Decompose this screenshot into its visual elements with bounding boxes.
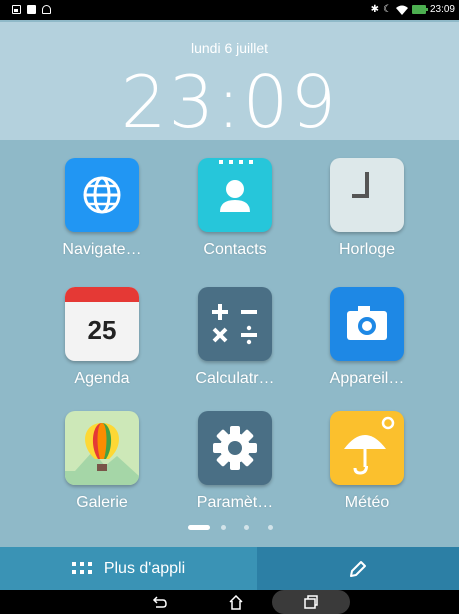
- app-navigateur[interactable]: Navigate…: [42, 158, 162, 259]
- edit-home-button[interactable]: [257, 547, 459, 590]
- clock-icon: [330, 158, 404, 232]
- home-icon: [229, 594, 243, 610]
- recent-apps-button[interactable]: [272, 590, 350, 614]
- app-label: Contacts: [203, 241, 267, 258]
- page-dot[interactable]: [221, 525, 226, 530]
- app-meteo[interactable]: Météo: [307, 411, 427, 512]
- camera-icon: [330, 287, 404, 361]
- app-label: Paramèt…: [196, 494, 274, 511]
- clock-widget[interactable]: lundi 6 juillet 23:09: [0, 22, 459, 144]
- dock-bar: Plus d'appli: [0, 547, 459, 590]
- app-label: Navigate…: [62, 241, 142, 258]
- clock-time: 23:09: [120, 60, 339, 144]
- page-indicator[interactable]: [0, 523, 459, 531]
- wifi-icon: [395, 5, 408, 15]
- home-screen: ✱ ☾ 23:09 lundi 6 juillet 23:09 Navigate…: [0, 0, 459, 614]
- status-notification-icons: [12, 5, 51, 14]
- more-apps-label: Plus d'appli: [103, 559, 186, 577]
- gallery-icon: [12, 5, 21, 14]
- calendar-day: 25: [88, 315, 117, 345]
- app-galerie[interactable]: Galerie: [42, 411, 162, 512]
- clock-date: lundi 6 juillet: [190, 40, 269, 56]
- app-label: Calculatr…: [195, 370, 275, 387]
- moon-icon: ☾: [383, 4, 392, 15]
- back-button[interactable]: [140, 590, 180, 614]
- status-system-icons: ✱ ☾ 23:09: [371, 4, 455, 15]
- app-label: Agenda: [74, 370, 130, 387]
- app-horloge[interactable]: Horloge: [307, 158, 427, 259]
- gear-icon: [198, 411, 272, 485]
- navigation-bar: [0, 590, 459, 614]
- balloon-icon: [65, 411, 139, 485]
- app-label: Météo: [344, 494, 390, 511]
- battery-charging-icon: [411, 5, 428, 14]
- app-agenda[interactable]: 25 Agenda: [42, 287, 162, 388]
- more-apps-button[interactable]: Plus d'appli: [0, 547, 257, 590]
- home-button[interactable]: [216, 590, 256, 614]
- app-calculatrice[interactable]: Calculatr…: [175, 287, 295, 388]
- page-dot-active[interactable]: [188, 525, 210, 530]
- page-dot[interactable]: [244, 525, 249, 530]
- back-icon: [152, 596, 167, 608]
- globe-icon: [65, 158, 139, 232]
- page-dot[interactable]: [268, 525, 273, 530]
- status-time: 23:09: [429, 4, 455, 15]
- calendar-icon: 25: [65, 287, 139, 361]
- umbrella-sun-icon: [330, 411, 404, 485]
- pencil-icon: [350, 560, 366, 577]
- message-icon: [27, 5, 36, 14]
- status-bar: ✱ ☾ 23:09: [0, 0, 459, 20]
- contact-person-icon: [198, 158, 272, 232]
- app-appareil-photo[interactable]: Appareil…: [307, 287, 427, 388]
- app-contacts[interactable]: Contacts: [175, 158, 295, 259]
- app-parametres[interactable]: Paramèt…: [175, 411, 295, 512]
- app-label: Appareil…: [329, 370, 405, 387]
- apps-grid-icon: [71, 561, 92, 576]
- app-label: Galerie: [76, 494, 128, 511]
- recent-apps-icon: [304, 595, 318, 609]
- app-label: Horloge: [338, 241, 396, 258]
- bluetooth-icon: ✱: [370, 4, 379, 15]
- share-icon: [42, 5, 51, 14]
- calculator-icon: [198, 287, 272, 361]
